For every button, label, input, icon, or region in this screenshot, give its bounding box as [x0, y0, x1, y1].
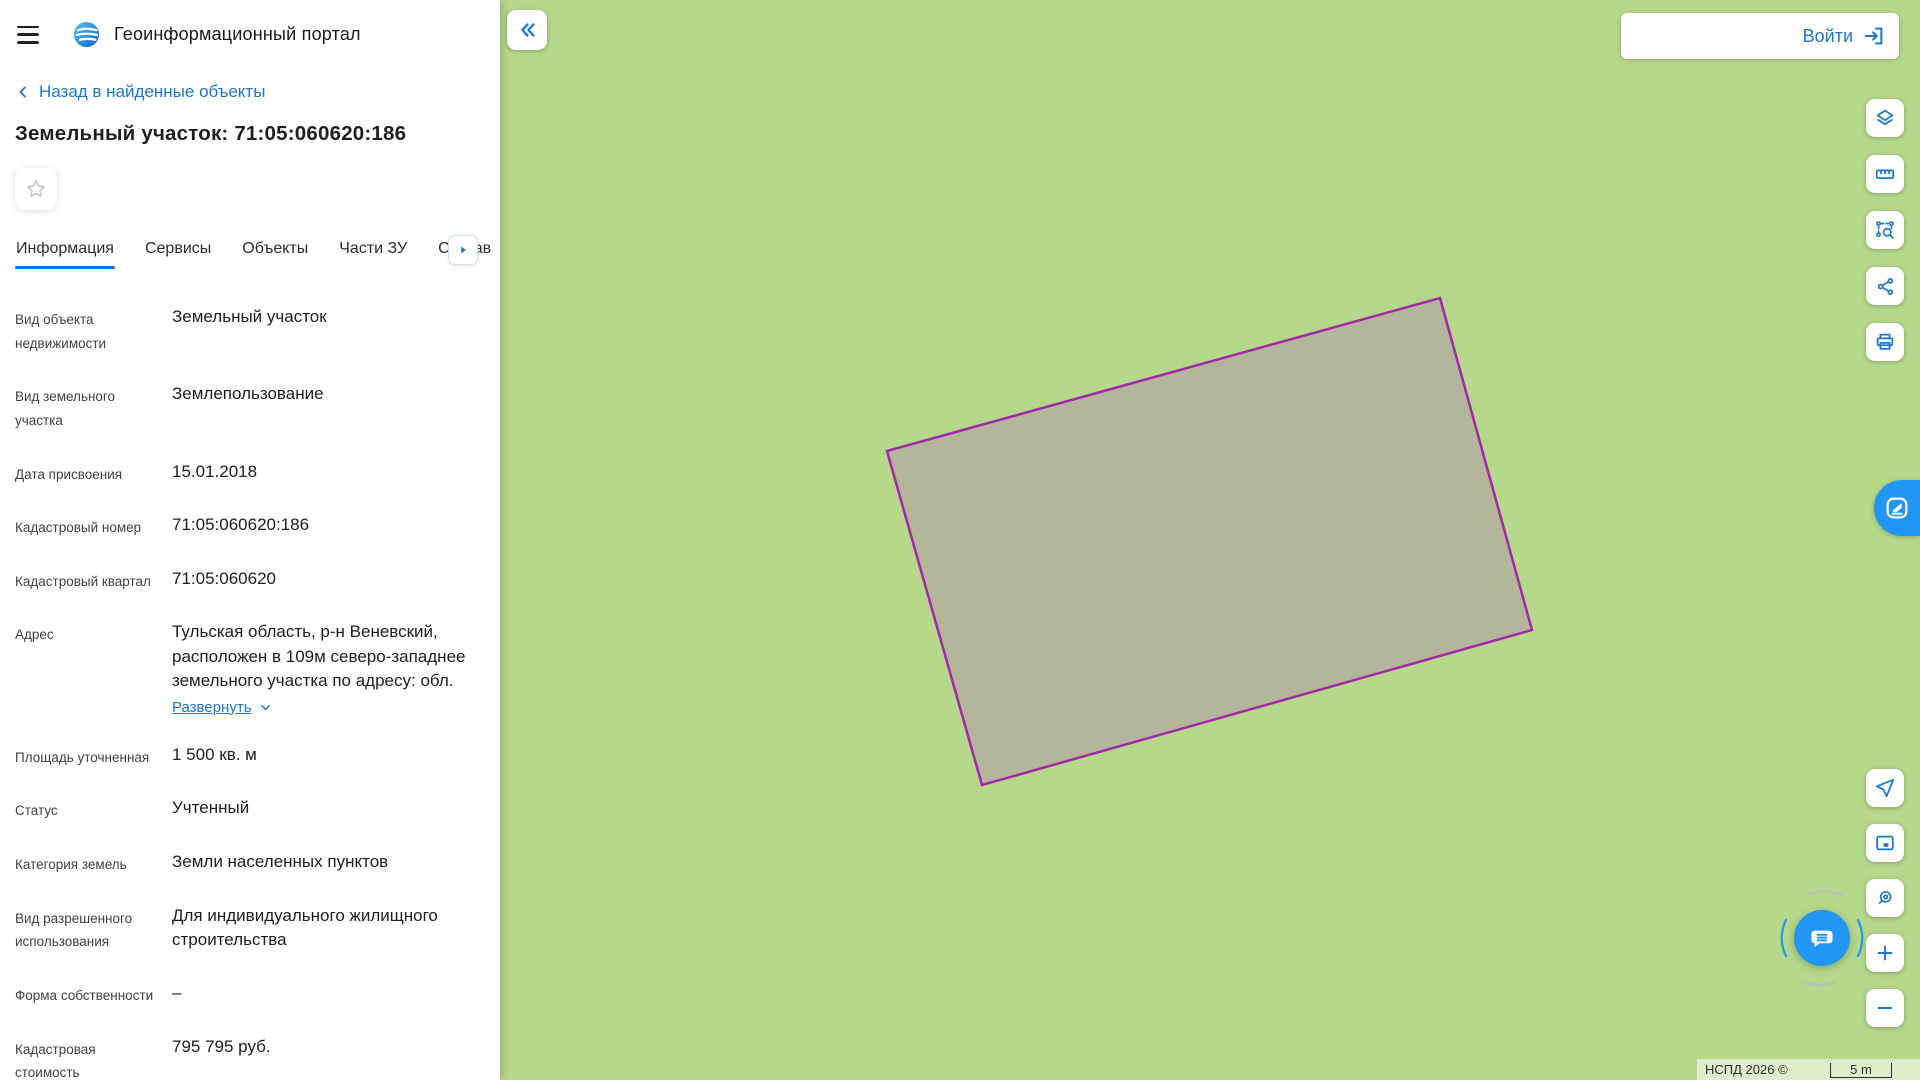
field-label: Адрес	[15, 620, 157, 715]
field-row-assign-date: Дата присвоения 15.01.2018	[15, 460, 478, 487]
field-label: Вид земельного участка	[15, 382, 157, 432]
field-row-address: Адрес Тульская область, р-н Веневский, р…	[15, 620, 478, 715]
area-search-icon	[1874, 219, 1896, 241]
zoom-in-icon	[1874, 942, 1896, 964]
share-icon	[1875, 276, 1896, 297]
field-value: Тульская область, р-н Веневский, располо…	[172, 620, 478, 692]
locate-button[interactable]	[1866, 769, 1904, 807]
menu-icon[interactable]	[15, 25, 41, 45]
zoom-out-icon	[1874, 997, 1896, 1019]
ruler-icon	[1874, 163, 1896, 185]
field-value: Земельный участок	[172, 305, 478, 355]
tab-scroll-right-button[interactable]	[448, 235, 478, 265]
expand-address-link[interactable]: Развернуть	[172, 699, 478, 716]
tab-bar: Информация Сервисы Объекты Части ЗУ Сост…	[15, 234, 478, 269]
chevron-down-icon	[258, 700, 273, 715]
map-scale-bar: 5 m	[1830, 1063, 1892, 1078]
field-value: Учтенный	[172, 796, 478, 823]
app-title: Геоинформационный портал	[114, 24, 361, 45]
field-value: 1 500 кв. м	[172, 743, 478, 770]
chevron-left-icon	[15, 84, 31, 100]
map-pin-icon	[1883, 494, 1911, 522]
area-search-button[interactable]	[1866, 211, 1904, 249]
collapse-panel-icon	[516, 19, 538, 41]
geoportal-app: Геоинформационный портал Назад в найденн…	[0, 0, 1920, 1080]
field-label: Кадастровый квартал	[15, 567, 157, 594]
share-button[interactable]	[1866, 267, 1904, 305]
map-base	[500, 0, 1920, 1080]
field-row-parcel-type: Вид земельного участка Землепользование	[15, 382, 478, 432]
app-header: Геоинформационный портал	[15, 0, 478, 52]
field-label: Форма собственности	[15, 981, 157, 1008]
tab-objects[interactable]: Объекты	[241, 234, 309, 269]
field-label: Вид объекта недвижимости	[15, 305, 157, 355]
field-value: Землепользование	[172, 382, 478, 432]
map-attribution: НСПД 2026 ©	[1705, 1062, 1788, 1077]
field-row-permitted-use: Вид разрешенного использования Для индив…	[15, 904, 478, 954]
tab-information[interactable]: Информация	[15, 234, 115, 269]
star-icon	[24, 177, 48, 201]
field-row-object-type: Вид объекта недвижимости Земельный участ…	[15, 305, 478, 355]
location-search-icon	[1874, 887, 1896, 909]
minimap-button[interactable]	[1866, 824, 1904, 862]
field-value: Земли населенных пунктов	[172, 850, 478, 877]
attributes-list: Вид объекта недвижимости Земельный участ…	[15, 305, 478, 1080]
field-value: 15.01.2018	[172, 460, 478, 487]
layers-button[interactable]	[1866, 99, 1904, 137]
field-row-cadastral-value: Кадастровая стоимость 795 795 руб.	[15, 1035, 478, 1080]
map-scale-label: 5 m	[1850, 1063, 1872, 1076]
print-button[interactable]	[1866, 323, 1904, 361]
locate-arrow-icon	[1874, 777, 1896, 799]
logo	[73, 21, 100, 48]
login-icon	[1863, 25, 1885, 47]
zoom-in-button[interactable]	[1866, 934, 1904, 972]
field-row-land-category: Категория земель Земли населенных пункто…	[15, 850, 478, 877]
field-value: –	[172, 981, 478, 1008]
field-value: 71:05:060620:186	[172, 513, 478, 540]
collapse-panel-button[interactable]	[507, 10, 547, 50]
minimap-icon	[1874, 832, 1896, 854]
back-link[interactable]: Назад в найденные объекты	[15, 82, 478, 102]
favorite-button[interactable]	[15, 168, 57, 210]
field-row-ownership-form: Форма собственности –	[15, 981, 478, 1008]
field-value: 71:05:060620	[172, 567, 478, 594]
field-label: Кадастровый номер	[15, 513, 157, 540]
expand-label: Развернуть	[172, 699, 252, 716]
field-label: Кадастровая стоимость	[15, 1035, 157, 1080]
location-search-button[interactable]	[1866, 879, 1904, 917]
print-icon	[1874, 331, 1896, 353]
map-canvas[interactable]: Войти	[500, 0, 1920, 1080]
field-value: 795 795 руб.	[172, 1035, 478, 1080]
tab-parcel-parts[interactable]: Части ЗУ	[338, 234, 408, 269]
zoom-out-button[interactable]	[1866, 989, 1904, 1027]
field-label: Площадь уточненная	[15, 743, 157, 770]
field-row-cadastral-block: Кадастровый квартал 71:05:060620	[15, 567, 478, 594]
measure-button[interactable]	[1866, 155, 1904, 193]
page-title: Земельный участок: 71:05:060620:186	[15, 122, 478, 146]
layers-icon	[1874, 107, 1896, 129]
field-label: Вид разрешенного использования	[15, 904, 157, 954]
field-label: Дата присвоения	[15, 460, 157, 487]
field-value: Для индивидуального жилищного строительс…	[172, 904, 478, 954]
field-row-status: Статус Учтенный	[15, 796, 478, 823]
chat-icon	[1806, 922, 1838, 954]
field-label: Категория земель	[15, 850, 157, 877]
tab-services[interactable]: Сервисы	[144, 234, 212, 269]
login-label: Войти	[1803, 26, 1853, 47]
login-button[interactable]: Войти	[1621, 13, 1899, 59]
field-row-cadastral-number: Кадастровый номер 71:05:060620:186	[15, 513, 478, 540]
chat-button[interactable]	[1794, 910, 1850, 966]
tab-scroll-right-icon	[456, 243, 470, 257]
object-info-panel: Геоинформационный портал Назад в найденн…	[0, 0, 500, 1080]
back-link-label: Назад в найденные объекты	[39, 82, 265, 102]
field-label: Статус	[15, 796, 157, 823]
field-row-area: Площадь уточненная 1 500 кв. м	[15, 743, 478, 770]
